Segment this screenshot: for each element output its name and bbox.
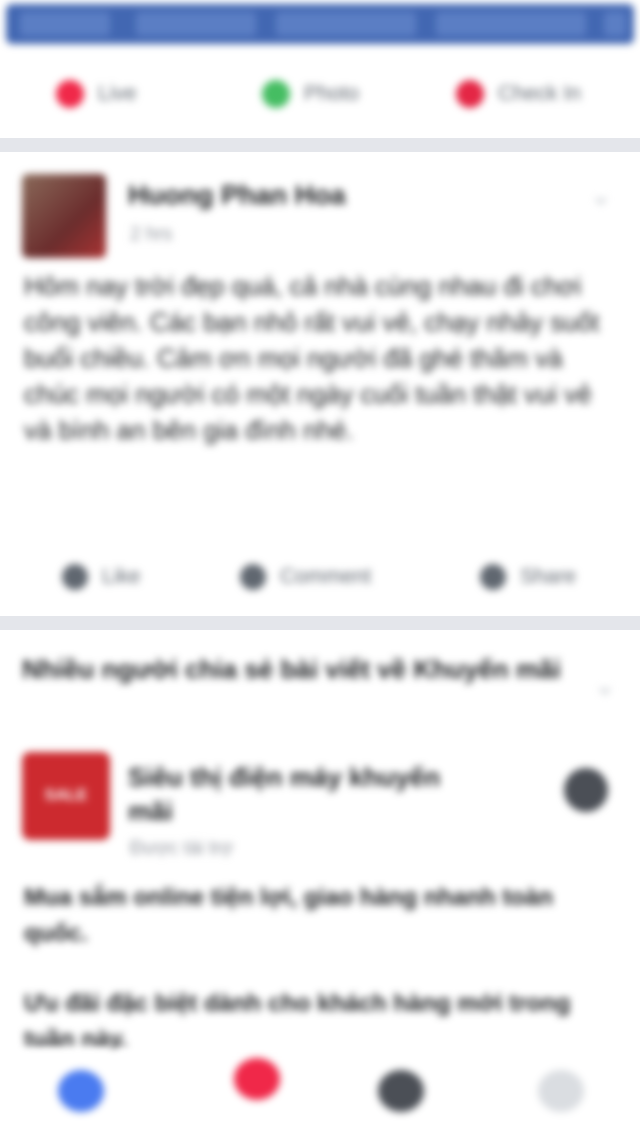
page-logo[interactable]: SALE bbox=[22, 752, 110, 840]
groups-icon[interactable] bbox=[378, 1070, 424, 1112]
comment-icon bbox=[240, 564, 266, 590]
nav-tab[interactable] bbox=[436, 12, 586, 36]
thumbs-up-icon bbox=[62, 564, 88, 590]
comment-button[interactable]: Comment bbox=[240, 564, 371, 590]
sponsored-label: Được tài trợ bbox=[130, 838, 234, 859]
location-pin-icon bbox=[456, 80, 484, 108]
bottom-nav bbox=[0, 1050, 640, 1136]
checkin-label: Check In bbox=[498, 82, 581, 105]
like-button[interactable]: Like bbox=[62, 564, 141, 590]
post-timestamp[interactable]: 2 hrs bbox=[130, 224, 172, 246]
post-author[interactable]: Huong Phan Hoa bbox=[128, 180, 346, 211]
live-label: Live bbox=[98, 82, 137, 105]
share-button[interactable]: Share bbox=[480, 564, 576, 590]
post-text: Hôm nay trời đẹp quá, cả nhà cùng nhau đ… bbox=[24, 271, 600, 445]
feed-divider bbox=[0, 616, 640, 630]
nav-tab[interactable] bbox=[276, 12, 416, 36]
feed-post: Huong Phan Hoa 2 hrs ⌄ Hôm nay trời đẹp … bbox=[0, 152, 640, 612]
share-label: Share bbox=[520, 565, 577, 588]
checkin-button[interactable]: Check In bbox=[456, 80, 581, 108]
menu-icon[interactable] bbox=[538, 1070, 584, 1112]
share-icon bbox=[480, 564, 506, 590]
post-text: Ưu đãi đặc biệt dành cho khách hàng mới … bbox=[24, 990, 571, 1053]
post-context-header[interactable]: Nhiều người chia sẻ bài viết về Khuyến m… bbox=[22, 652, 562, 686]
feed-post: Nhiều người chia sẻ bài viết về Khuyến m… bbox=[0, 630, 640, 1053]
like-label: Like bbox=[102, 565, 141, 588]
live-button[interactable]: Live bbox=[56, 80, 137, 108]
video-icon[interactable] bbox=[234, 1058, 280, 1100]
chevron-down-icon[interactable]: ⌄ bbox=[594, 670, 616, 701]
composer-row: Live Photo Check In bbox=[0, 60, 640, 134]
photo-label: Photo bbox=[304, 82, 359, 105]
photo-button[interactable]: Photo bbox=[262, 80, 359, 108]
search-icon[interactable] bbox=[20, 12, 110, 36]
nav-tab[interactable] bbox=[136, 12, 256, 36]
more-options-icon[interactable] bbox=[564, 768, 608, 812]
avatar[interactable] bbox=[22, 174, 106, 258]
comment-label: Comment bbox=[280, 565, 372, 588]
live-video-icon bbox=[56, 80, 84, 108]
home-icon[interactable] bbox=[58, 1070, 104, 1112]
chevron-down-icon[interactable]: ⌄ bbox=[590, 180, 612, 211]
feed-divider bbox=[0, 138, 640, 152]
top-nav-bar bbox=[6, 4, 634, 44]
photo-icon bbox=[262, 80, 290, 108]
messenger-icon[interactable] bbox=[604, 12, 626, 36]
post-text: Mua sắm online tiện lợi, giao hàng nhanh… bbox=[24, 884, 554, 947]
page-name[interactable]: Siêu thị điện máy khuyến mãi bbox=[128, 760, 458, 828]
page-logo-text: SALE bbox=[44, 787, 88, 804]
